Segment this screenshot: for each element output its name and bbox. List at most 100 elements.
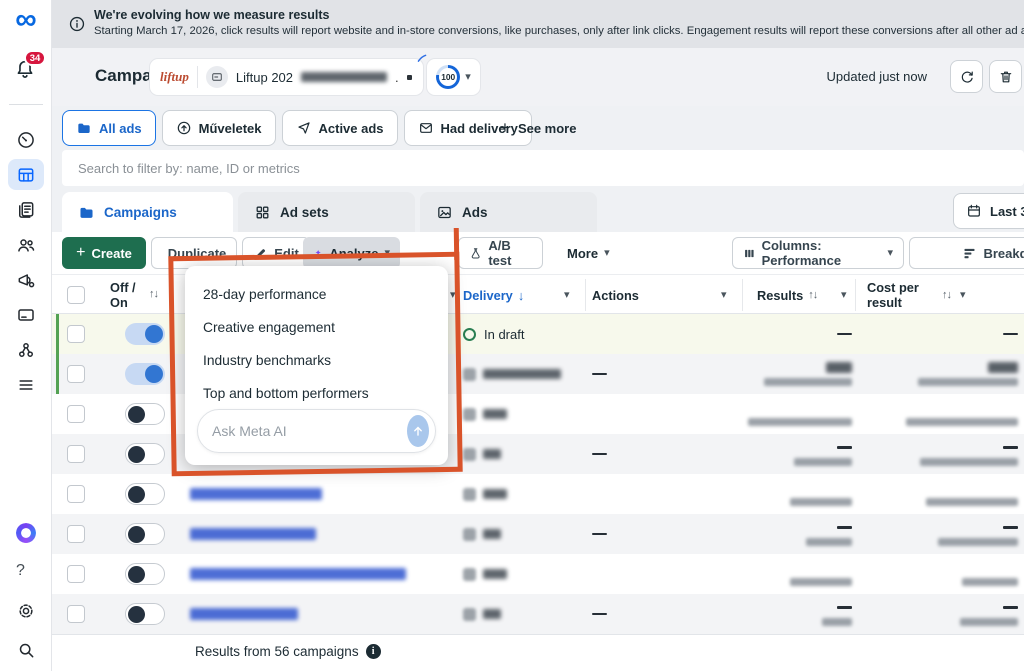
create-button[interactable]: + Create [62, 237, 146, 269]
results-filter-caret[interactable]: ▾ [841, 275, 847, 315]
sidebar-item-events-manager[interactable] [8, 334, 44, 365]
redacted-text [483, 609, 501, 619]
tab-ad-sets[interactable]: Ad sets [238, 192, 415, 232]
cost-cell [1003, 314, 1018, 354]
updated-status: Updated just now [827, 69, 927, 84]
redacted-text [190, 528, 316, 540]
more-button[interactable]: More▾ [557, 237, 620, 269]
megaphone-icon [16, 270, 36, 290]
columns-button[interactable]: Columns: Performance▾ [732, 237, 904, 269]
ask-meta-ai-input[interactable] [198, 423, 407, 439]
redacted-text [938, 538, 1018, 546]
breakdown-button[interactable]: Breakd [909, 237, 1024, 269]
row-checkbox[interactable] [67, 525, 85, 543]
row-checkbox[interactable] [67, 605, 85, 623]
filter-chip-all-ads[interactable]: All ads [62, 110, 156, 146]
ads-manager-app: ∞ 34 ? We're evolving how we measure res… [0, 0, 1024, 671]
campaign-toggle-off[interactable] [125, 443, 165, 465]
send-button[interactable] [407, 415, 429, 447]
gauge-icon [16, 130, 36, 150]
sidebar-item-campaigns[interactable] [8, 159, 44, 190]
see-more-button[interactable]: + See more [500, 110, 576, 146]
delivery-icon-redacted [463, 608, 476, 621]
sidebar-item-search[interactable] [8, 637, 44, 663]
empty-value-dash [1003, 333, 1018, 336]
date-range-button[interactable]: Last 3 [953, 193, 1024, 229]
refresh-button[interactable] [950, 60, 983, 93]
delete-button[interactable] [989, 60, 1022, 93]
campaign-toggle-off[interactable] [125, 603, 165, 625]
tab-ads[interactable]: Ads [420, 192, 597, 232]
analyze-menu-item[interactable]: Creative engagement [203, 320, 335, 335]
sidebar-item-all-tools[interactable] [8, 369, 44, 400]
column-cost-per-result[interactable]: Cost perresult [867, 275, 927, 315]
sidebar-item-ads-reporting[interactable] [8, 194, 44, 225]
filter-chips: All adsMűveletekActive adsHad delivery [62, 110, 532, 146]
column-off-on[interactable]: Off / On↑↓ [110, 275, 158, 315]
actions-filter-caret[interactable]: ▾ [721, 275, 727, 315]
row-checkbox[interactable] [67, 405, 85, 423]
column-name-caret[interactable]: ▾ [450, 275, 456, 315]
ab-test-button[interactable]: A/B test [458, 237, 543, 269]
campaign-toggle-off[interactable] [125, 483, 165, 505]
search-filter-bar [62, 150, 1024, 186]
analyze-menu-item[interactable]: 28-day performance [203, 287, 326, 302]
campaign-toggle-on[interactable] [125, 323, 165, 345]
empty-value-dash [592, 453, 607, 456]
select-all-checkbox[interactable] [67, 286, 85, 304]
sidebar-item-meta-ai[interactable] [8, 520, 44, 546]
account-score-button[interactable]: 100 ▾ [427, 59, 480, 95]
tab-campaigns[interactable]: Campaigns [62, 192, 233, 232]
filter-chips-row: All adsMűveletekActive adsHad delivery +… [52, 106, 1024, 150]
breakdown-icon [962, 246, 977, 261]
campaign-toggle-off[interactable] [125, 563, 165, 585]
campaign-name-link[interactable] [190, 488, 322, 500]
row-checkbox[interactable] [67, 485, 85, 503]
row-checkbox[interactable] [67, 325, 85, 343]
filter-chip-active-ads[interactable]: Active ads [282, 110, 398, 146]
sidebar-item-help[interactable]: ? [8, 559, 44, 585]
delivery-cell [463, 594, 501, 634]
sidebar-item-advertising-settings[interactable] [8, 264, 44, 295]
sidebar-item-billing[interactable] [8, 299, 44, 330]
edit-button[interactable]: Edit [242, 237, 310, 269]
search-input[interactable] [62, 150, 1024, 186]
column-delivery[interactable]: Delivery↓ [463, 275, 524, 315]
duplicate-button[interactable]: Duplicate [151, 237, 237, 269]
cost-sort[interactable]: ↑↓ [942, 275, 951, 315]
campaign-name-link[interactable] [190, 528, 316, 540]
row-checkbox[interactable] [67, 445, 85, 463]
sidebar-item-audiences[interactable] [8, 229, 44, 260]
info-icon[interactable]: i [366, 644, 381, 659]
row-checkbox[interactable] [67, 365, 85, 383]
campaign-name-link[interactable] [190, 568, 406, 580]
analyze-menu-item[interactable]: Top and bottom performers [203, 386, 369, 401]
announcement-banner: We're evolving how we measure results St… [52, 0, 1024, 48]
filter-chip-műveletek[interactable]: Műveletek [162, 110, 276, 146]
campaign-toggle-off[interactable] [125, 523, 165, 545]
flask-icon [469, 246, 482, 261]
cost-cell [918, 354, 1018, 394]
column-actions[interactable]: Actions [592, 275, 639, 315]
redacted-text [926, 498, 1018, 506]
row-checkbox[interactable] [67, 565, 85, 583]
analyze-menu-item[interactable]: Industry benchmarks [203, 353, 331, 368]
column-results[interactable]: Results↑↓ [757, 275, 817, 315]
left-sidebar: ∞ 34 ? [0, 0, 52, 671]
delivery-filter-caret[interactable]: ▾ [564, 275, 570, 315]
analyze-button[interactable]: Analyze▾ [303, 237, 400, 269]
meta-logo-icon[interactable]: ∞ [0, 2, 52, 38]
redacted-text [483, 449, 501, 459]
account-selector[interactable]: liftup Liftup 202 . [150, 59, 423, 95]
results-count: Results from 56 campaigns [195, 644, 359, 659]
notifications-button[interactable]: 34 [14, 58, 38, 84]
results-cell [790, 554, 852, 594]
sidebar-item-account-overview[interactable] [8, 124, 44, 155]
campaign-toggle-on[interactable] [125, 363, 165, 385]
campaign-toggle-off[interactable] [125, 403, 165, 425]
cost-filter-caret[interactable]: ▾ [960, 275, 966, 315]
delivery-icon-redacted [463, 528, 476, 541]
campaign-name-link[interactable] [190, 608, 298, 620]
redacted-text [822, 618, 852, 626]
sidebar-item-settings[interactable] [8, 598, 44, 624]
